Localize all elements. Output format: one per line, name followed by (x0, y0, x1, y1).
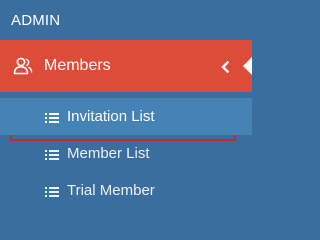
members-section-label: Members (44, 57, 111, 74)
sidebar: ADMIN Members Invitation List Member Lis… (0, 0, 252, 216)
chevron-left-icon (220, 60, 230, 74)
submenu-item-label: Trial Member (67, 182, 155, 199)
list-icon (45, 185, 59, 197)
users-icon (13, 56, 33, 76)
members-section-toggle[interactable]: Members (0, 40, 252, 92)
admin-title: ADMIN (11, 11, 61, 29)
active-section-notch (243, 57, 252, 75)
submenu-item-label: Invitation List (67, 108, 155, 125)
list-icon (45, 148, 59, 160)
submenu-item-member-list[interactable]: Member List (0, 135, 252, 172)
submenu-item-trial-member[interactable]: Trial Member (0, 172, 252, 209)
submenu-item-label: Member List (67, 145, 150, 162)
members-submenu: Invitation List Member List Trial Member (0, 98, 252, 209)
submenu-item-invitation-list[interactable]: Invitation List (0, 98, 252, 135)
admin-header: ADMIN (0, 0, 252, 40)
list-icon (45, 111, 59, 123)
